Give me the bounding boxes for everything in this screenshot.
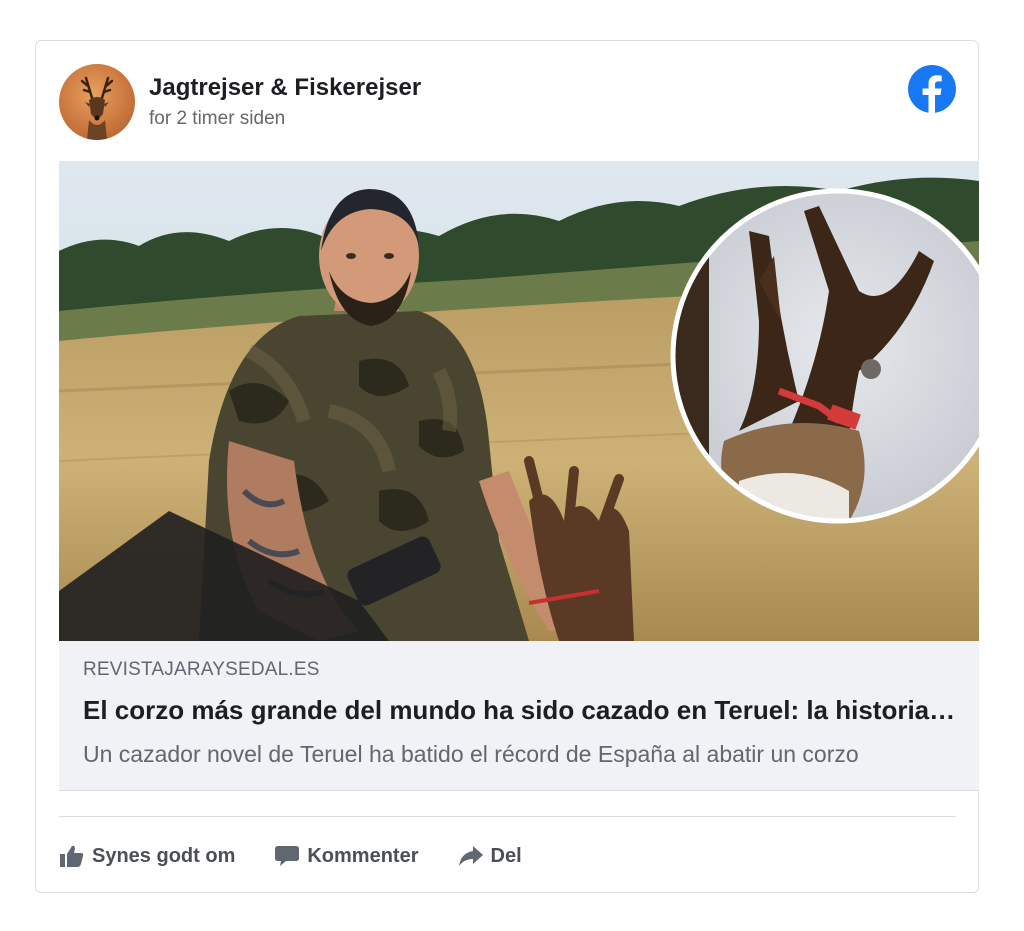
comment-label: Kommenter [307,844,419,867]
speech-bubble-icon [275,845,300,867]
like-label: Synes godt om [92,844,236,867]
like-button[interactable]: Synes godt om [60,845,235,868]
hunter-with-deer-photo [59,161,979,641]
post-timestamp[interactable]: for 2 timer siden [149,108,285,130]
comment-button[interactable]: Kommenter [275,844,419,868]
thumbs-up-icon [60,845,84,867]
link-description: Un cazador novel de Teruel ha batido el … [83,741,859,767]
share-button[interactable]: Del [458,844,522,868]
actions-divider [59,816,956,817]
post-actions: Synes godt om Kommenter Del [60,838,562,874]
share-label: Del [490,844,522,867]
facebook-post-card: Jagtrejser & Fiskerejser for 2 timer sid… [35,40,979,893]
link-domain: REVISTAJARAYSEDAL.ES [83,659,320,680]
facebook-icon[interactable] [908,65,956,113]
page-avatar[interactable] [59,64,135,140]
share-arrow-icon [458,846,483,866]
page-name[interactable]: Jagtrejser & Fiskerejser [149,74,421,102]
link-title[interactable]: El corzo más grande del mundo ha sido ca… [83,695,959,726]
link-preview[interactable]: REVISTAJARAYSEDAL.ES El corzo más grande… [59,641,979,791]
link-preview-image[interactable] [59,161,979,641]
roe-deer-avatar-image [80,76,114,140]
